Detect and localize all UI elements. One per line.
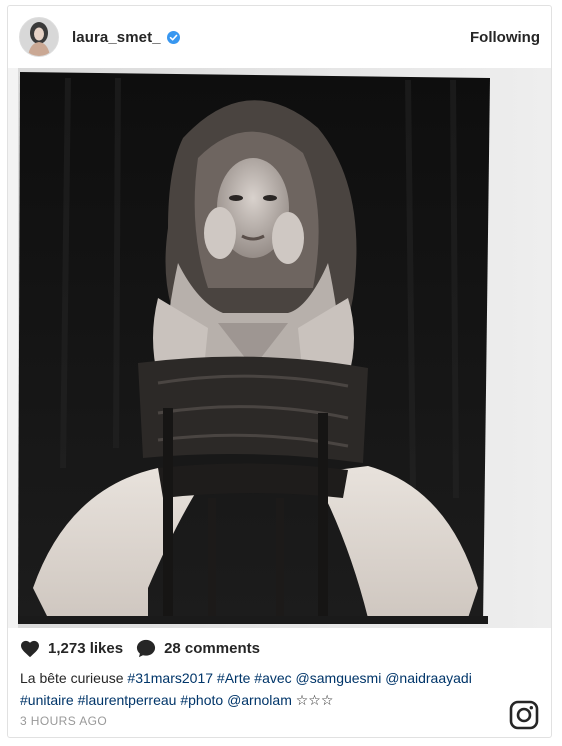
mention-link[interactable]: @naidraayadi (385, 670, 472, 686)
hashtag-link[interactable]: #photo (180, 692, 223, 708)
post-photo-image (8, 68, 551, 628)
post-caption: La bête curieuse #31mars2017 #Arte #avec… (20, 667, 500, 711)
post-photo[interactable] (8, 68, 551, 628)
hashtag-link[interactable]: #Arte (217, 670, 250, 686)
heart-icon[interactable] (20, 640, 40, 658)
mention-link[interactable]: @samguesmi (296, 670, 382, 686)
post-timestamp: 3 HOURS AGO (20, 714, 108, 728)
verified-badge-icon (166, 30, 180, 44)
post-actions: 1,273 likes 28 comments (20, 639, 260, 658)
mention-link[interactable]: @arnolam (227, 692, 292, 708)
likes-count[interactable]: 1,273 likes (48, 640, 123, 657)
following-button[interactable]: Following (470, 29, 540, 46)
username[interactable]: laura_smet_ (72, 29, 161, 46)
comments-count[interactable]: 28 comments (164, 640, 260, 657)
caption-text: La bête curieuse (20, 670, 128, 686)
avatar[interactable] (19, 17, 59, 57)
post-header: laura_smet_ Following (8, 6, 551, 68)
hashtag-link[interactable]: #laurentperreau (78, 692, 177, 708)
instagram-post-card: laura_smet_ Following 1,273 likes 28 com… (7, 5, 552, 738)
hashtag-link[interactable]: #unitaire (20, 692, 74, 708)
hashtag-link[interactable]: #avec (254, 670, 291, 686)
caption-text: ☆☆☆ (291, 692, 334, 708)
hashtag-link[interactable]: #31mars2017 (127, 670, 213, 686)
instagram-logo-icon[interactable] (509, 700, 539, 730)
comment-bubble-icon[interactable] (136, 639, 156, 658)
